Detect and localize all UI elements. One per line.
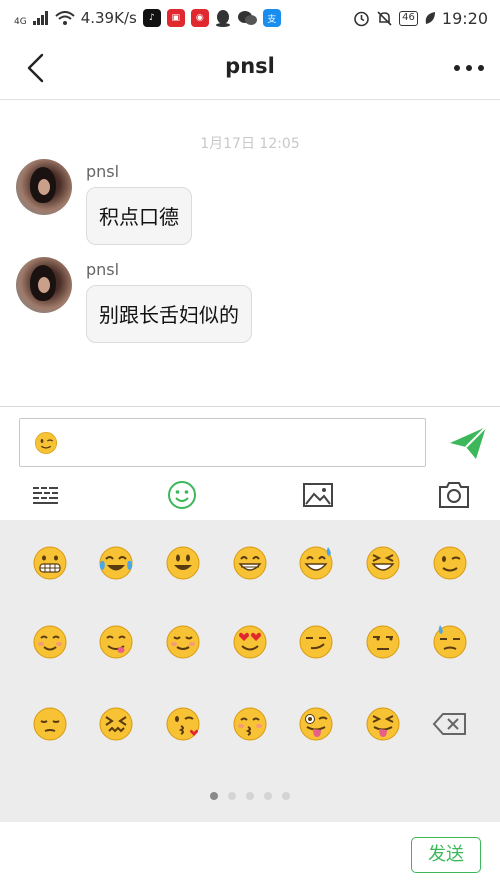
emoji-panel: [0, 520, 500, 822]
message-row: pnsl 别跟长舌妇似的: [16, 257, 486, 357]
clock-time: 19:20: [441, 8, 488, 28]
wifi-icon: [55, 11, 75, 25]
page-dot[interactable]: [282, 792, 290, 800]
message-bubble[interactable]: 别跟长舌妇似的: [86, 285, 252, 343]
net-speed: 4.39K/s: [80, 9, 137, 27]
pensive-emoji-icon[interactable]: [32, 706, 68, 742]
page-indicator: [0, 792, 500, 800]
heart-eyes-emoji-icon[interactable]: [232, 624, 268, 660]
grin-emoji-icon[interactable]: [232, 545, 268, 581]
douyin-icon: ♪: [142, 9, 161, 27]
stuck-out-tongue-closed-eyes-emoji-icon[interactable]: [365, 706, 401, 742]
sweat-smile-emoji-icon[interactable]: [298, 545, 334, 581]
nav-bar: pnsl: [0, 36, 500, 100]
yum-emoji-icon[interactable]: [98, 624, 134, 660]
sender-name: pnsl: [86, 260, 120, 279]
qq-icon: [215, 10, 230, 27]
relieved-emoji-icon[interactable]: [165, 624, 201, 660]
chat-title: pnsl: [225, 54, 275, 78]
send-plane-icon[interactable]: [448, 423, 488, 463]
blush-emoji-icon[interactable]: [32, 624, 68, 660]
message-timestamp: 1月17日 12:05: [200, 136, 300, 152]
keyboard-icon[interactable]: [30, 479, 62, 511]
status-left: 4G 4.39K/s ♪ ▣ ◉ 支: [14, 9, 281, 27]
wink-emoji-icon: [35, 431, 57, 454]
battery-icon: 46: [399, 10, 418, 26]
unamused-emoji-icon[interactable]: [365, 624, 401, 660]
news-app-icon: ▣: [166, 9, 185, 27]
wink-emoji-icon[interactable]: [432, 545, 468, 581]
smirk-emoji-icon[interactable]: [298, 624, 334, 660]
page-dot[interactable]: [228, 792, 236, 800]
send-button[interactable]: 发送: [411, 837, 481, 873]
message-bubble[interactable]: 积点口德: [86, 187, 192, 245]
kissing-closed-eyes-emoji-icon[interactable]: [232, 706, 268, 742]
more-options-icon[interactable]: [452, 54, 486, 82]
wechat-icon: [237, 11, 257, 25]
avatar[interactable]: [16, 257, 72, 313]
confounded-emoji-icon[interactable]: [98, 706, 134, 742]
sender-name: pnsl: [86, 162, 120, 181]
grimacing-emoji-icon[interactable]: [32, 545, 68, 581]
avatar[interactable]: [16, 159, 72, 215]
page-dot[interactable]: [246, 792, 254, 800]
leaf-icon: [425, 12, 435, 24]
weibo-icon: ◉: [190, 9, 209, 27]
status-right: 46 19:20: [353, 9, 488, 28]
chat-area[interactable]: 1月17日 12:05 pnsl 积点口德 pnsl 别跟长舌妇似的: [0, 101, 500, 406]
signal-icon: [32, 11, 48, 25]
message-row: pnsl 积点口德: [16, 159, 486, 259]
input-bar: [0, 406, 500, 520]
status-bar: 4G 4.39K/s ♪ ▣ ◉ 支 46 19:20: [0, 0, 500, 36]
downcast-sweat-emoji-icon[interactable]: [432, 624, 468, 660]
smiley-emoji-icon[interactable]: [165, 545, 201, 581]
backspace-icon[interactable]: [432, 706, 468, 742]
kissing-heart-emoji-icon[interactable]: [165, 706, 201, 742]
page-dot[interactable]: [210, 792, 218, 800]
image-icon[interactable]: [302, 479, 334, 511]
camera-icon[interactable]: [438, 479, 470, 511]
joy-tears-emoji-icon[interactable]: [98, 545, 134, 581]
alarm-icon: [354, 11, 369, 26]
page-dot[interactable]: [264, 792, 272, 800]
stuck-out-tongue-wink-emoji-icon[interactable]: [298, 706, 334, 742]
emoji-toggle-icon[interactable]: [166, 479, 198, 511]
alipay-icon: 支: [262, 9, 281, 27]
bottom-bar: 发送: [0, 822, 500, 888]
laughing-emoji-icon[interactable]: [365, 545, 401, 581]
mute-icon: [377, 10, 392, 26]
network-type: 4G: [14, 17, 27, 27]
message-input[interactable]: [19, 418, 426, 467]
